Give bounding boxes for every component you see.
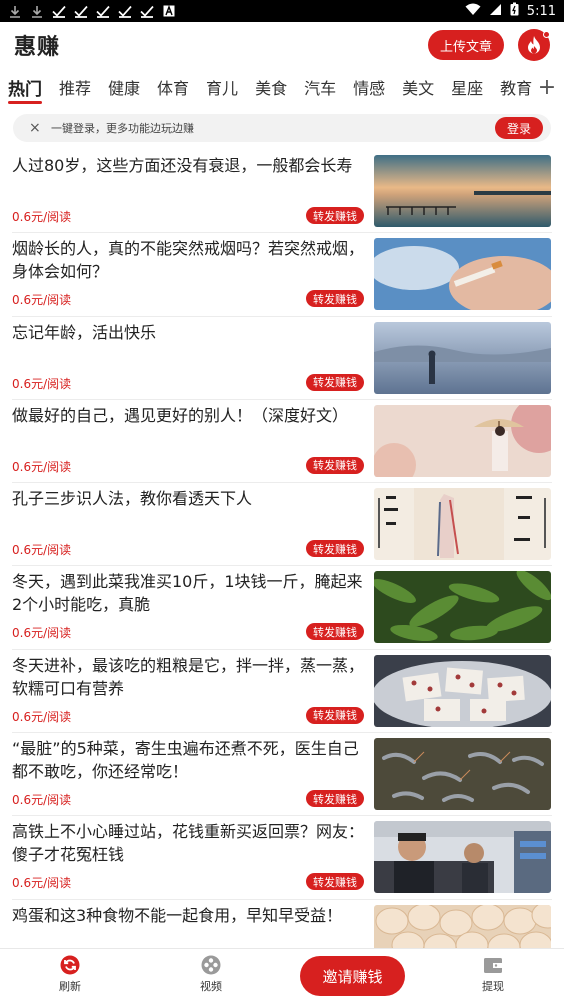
download-icon (30, 4, 44, 18)
login-button[interactable]: 登录 (494, 117, 543, 139)
category-tabs: 热门 推荐 健康 体育 育儿 美食 汽车 情感 美文 星座 教育 (0, 70, 564, 104)
app-header: 惠赚 上传文章 (0, 22, 564, 68)
tab-recommend[interactable]: 推荐 (59, 70, 99, 104)
wallet-icon (483, 955, 503, 975)
tab-education[interactable]: 教育 (500, 70, 540, 104)
share-earn-button[interactable]: 转发赚钱 (306, 790, 364, 808)
article-thumbnail (374, 821, 551, 894)
upload-article-button[interactable]: 上传文章 (427, 30, 504, 60)
nav-video-label: 视频 (200, 980, 222, 993)
article-feed: 人过80岁，这些方面还没有衰退，一般都会长寿 0.6元/阅读 转发赚钱 烟龄长的… (0, 150, 564, 948)
clock: 5:11 (526, 3, 556, 19)
status-bar: 5:11 (0, 0, 564, 22)
tab-hot[interactable]: 热门 (8, 70, 50, 104)
share-earn-button[interactable]: 转发赚钱 (306, 873, 364, 891)
check-icon (140, 4, 154, 18)
article-item[interactable]: 做最好的自己，遇见更好的别人！（深度好文） 0.6元/阅读 转发赚钱 (12, 400, 552, 484)
article-price: 0.6元/阅读 (12, 210, 72, 224)
signal-icon (489, 3, 502, 20)
article-thumbnail (374, 571, 551, 644)
notification-icons (8, 4, 176, 18)
check-icon (96, 4, 110, 18)
article-title: 做最好的自己，遇见更好的别人！（深度好文） (12, 405, 349, 425)
article-thumbnail (374, 404, 551, 477)
article-title: 冬天进补，最该吃的粗粮是它，拌一拌，蒸一蒸，软糯可口有营养 (12, 655, 365, 698)
tab-health[interactable]: 健康 (108, 70, 148, 104)
article-price: 0.6元/阅读 (12, 626, 72, 641)
login-banner-text: 一键登录，更多功能边玩边赚 (51, 122, 194, 135)
article-price: 0.6元/阅读 (12, 293, 72, 308)
article-price: 0.6元/阅读 (12, 376, 72, 391)
article-price: 0.6元/阅读 (12, 709, 72, 724)
article-item[interactable]: “最脏”的5种菜，寄生虫遍布还煮不死，医生自己都不敢吃，你还经常吃！ 0.6元/… (12, 733, 552, 817)
download-icon (8, 4, 22, 18)
article-price: 0.6元/阅读 (12, 793, 72, 808)
article-thumbnail (374, 238, 551, 311)
article-item[interactable]: 鸡蛋和这3种食物不能一起食用，早知早受益！ (12, 900, 552, 948)
article-title: 高铁上不小心睡过站，花钱重新买返回票？网友：傻子才花冤枉钱 (12, 822, 365, 865)
share-earn-button[interactable]: 转发赚钱 (306, 373, 364, 391)
article-item[interactable]: 孔子三步识人法，教你看透天下人 0.6元/阅读 转发赚钱 (12, 483, 552, 567)
share-earn-button[interactable]: 转发赚钱 (306, 207, 364, 224)
nav-withdraw-label: 提现 (482, 980, 504, 993)
article-title: 孔子三步识人法，教你看透天下人 (12, 489, 253, 509)
tab-emotion[interactable]: 情感 (353, 70, 393, 104)
check-icon (74, 4, 88, 18)
share-earn-button[interactable]: 转发赚钱 (306, 540, 364, 558)
check-icon (118, 4, 132, 18)
login-banner: × 一键登录，更多功能边玩边赚 登录 (13, 114, 551, 142)
article-item[interactable]: 冬天进补，最该吃的粗粮是它，拌一拌，蒸一蒸，软糯可口有营养 0.6元/阅读 转发… (12, 650, 552, 734)
add-tab-button[interactable]: + (536, 70, 558, 104)
article-thumbnail (374, 488, 551, 561)
check-icon (52, 4, 66, 18)
share-earn-button[interactable]: 转发赚钱 (306, 456, 364, 474)
share-earn-button[interactable]: 转发赚钱 (306, 290, 364, 308)
share-earn-button[interactable]: 转发赚钱 (306, 706, 364, 724)
article-thumbnail (374, 738, 551, 811)
nav-refresh-label: 刷新 (59, 980, 81, 993)
invite-earn-button[interactable]: 邀请赚钱 (300, 956, 405, 996)
article-item[interactable]: 人过80岁，这些方面还没有衰退，一般都会长寿 0.6元/阅读 转发赚钱 (12, 150, 552, 234)
app-title: 惠赚 (14, 35, 61, 60)
article-thumbnail (374, 321, 551, 394)
nav-refresh[interactable]: 刷新 (40, 955, 100, 994)
article-item[interactable]: 高铁上不小心睡过站，花钱重新买返回票？网友：傻子才花冤枉钱 0.6元/阅读 转发… (12, 816, 552, 900)
tab-cars[interactable]: 汽车 (304, 70, 344, 104)
film-reel-icon (201, 955, 221, 975)
close-icon[interactable]: × (29, 120, 43, 136)
article-title: 冬天，遇到此菜我准买10斤，1块钱一斤，腌起来2个小时能吃，真脆 (12, 572, 363, 615)
article-thumbnail (374, 155, 551, 227)
nav-withdraw[interactable]: 提现 (463, 955, 523, 994)
notification-dot (543, 31, 550, 38)
article-title: 鸡蛋和这3种食物不能一起食用，早知早受益！ (12, 905, 343, 925)
article-title: 烟龄长的人，真的不能突然戒烟吗？若突然戒烟，身体会如何？ (12, 239, 365, 282)
article-thumbnail (374, 904, 551, 948)
article-price: 0.6元/阅读 (12, 459, 72, 474)
bottom-navigation: 刷新 视频 邀请赚钱 提现 (0, 948, 564, 1002)
tab-horoscope[interactable]: 星座 (451, 70, 491, 104)
article-item[interactable]: 冬天，遇到此菜我准买10斤，1块钱一斤，腌起来2个小时能吃，真脆 0.6元/阅读… (12, 566, 552, 650)
tab-sports[interactable]: 体育 (157, 70, 197, 104)
article-price: 0.6元/阅读 (12, 543, 72, 558)
article-item[interactable]: 烟龄长的人，真的不能突然戒烟吗？若突然戒烟，身体会如何？ 0.6元/阅读 转发赚… (12, 233, 552, 317)
fire-icon[interactable] (518, 29, 550, 61)
article-thumbnail (374, 654, 551, 727)
article-title: 忘记年龄，活出快乐 (12, 322, 157, 342)
a-icon (162, 4, 176, 18)
article-title: “最脏”的5种菜，寄生虫遍布还煮不死，医生自己都不敢吃，你还经常吃！ (12, 739, 359, 782)
tab-food[interactable]: 美食 (255, 70, 295, 104)
article-item[interactable]: 忘记年龄，活出快乐 0.6元/阅读 转发赚钱 (12, 317, 552, 400)
wifi-icon (465, 3, 481, 20)
tab-essays[interactable]: 美文 (402, 70, 442, 104)
share-earn-button[interactable]: 转发赚钱 (306, 623, 364, 641)
refresh-icon (60, 955, 80, 975)
article-price: 0.6元/阅读 (12, 876, 72, 891)
tab-parenting[interactable]: 育儿 (206, 70, 246, 104)
article-title: 人过80岁，这些方面还没有衰退，一般都会长寿 (12, 156, 353, 175)
nav-video[interactable]: 视频 (181, 955, 241, 994)
battery-icon (510, 2, 519, 20)
